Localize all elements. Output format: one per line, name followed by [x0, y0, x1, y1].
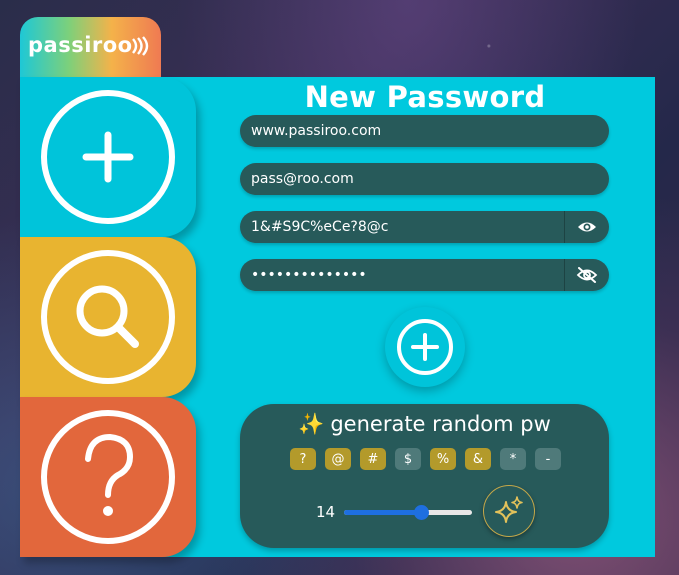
sparkle-stars-icon	[495, 496, 523, 523]
password-input-hidden[interactable]	[251, 259, 551, 291]
length-value: 14	[316, 503, 336, 521]
generator-title: ✨ generate random pw	[240, 412, 609, 437]
app-logo: passiroo	[28, 33, 133, 57]
char-toggle[interactable]: -	[535, 448, 561, 470]
slider-fill	[344, 510, 421, 515]
eye-slash-icon	[576, 267, 598, 283]
show-password-button[interactable]	[564, 211, 609, 243]
length-slider[interactable]	[344, 505, 472, 520]
add-password-button[interactable]	[385, 307, 465, 387]
username-field[interactable]	[240, 163, 609, 195]
website-field[interactable]	[240, 115, 609, 147]
slider-thumb[interactable]	[414, 505, 429, 520]
char-toggle[interactable]: &	[465, 448, 491, 470]
sparkles-icon: ✨	[298, 412, 325, 436]
char-toggle[interactable]: $	[395, 448, 421, 470]
password-field-visible[interactable]	[240, 211, 609, 243]
hide-password-button[interactable]	[564, 259, 609, 291]
question-icon	[41, 410, 175, 544]
char-toggle[interactable]: ?	[290, 448, 316, 470]
password-field-hidden[interactable]	[240, 259, 609, 291]
sidebar-item-add[interactable]	[20, 77, 196, 237]
plus-circle-icon	[397, 319, 453, 375]
eye-icon	[578, 222, 596, 232]
special-char-options: ? @ # $ % & * -	[290, 448, 561, 470]
char-toggle[interactable]: #	[360, 448, 386, 470]
logo-waves-icon	[132, 36, 149, 56]
char-toggle[interactable]: @	[325, 448, 351, 470]
char-toggle[interactable]: *	[500, 448, 526, 470]
sidebar-item-search[interactable]	[20, 237, 196, 397]
password-input-visible[interactable]	[251, 211, 551, 243]
page-title: New Password	[304, 80, 546, 114]
generator-panel: ✨ generate random pw ? @ # $ % & * - 14	[240, 404, 609, 548]
search-icon	[41, 250, 175, 384]
char-toggle[interactable]: %	[430, 448, 456, 470]
generate-button[interactable]	[483, 485, 535, 537]
username-input[interactable]	[251, 163, 551, 195]
sidebar-item-help[interactable]	[20, 397, 196, 557]
generator-title-text: generate random pw	[330, 412, 551, 436]
plus-icon	[41, 90, 175, 224]
website-input[interactable]	[251, 115, 551, 147]
